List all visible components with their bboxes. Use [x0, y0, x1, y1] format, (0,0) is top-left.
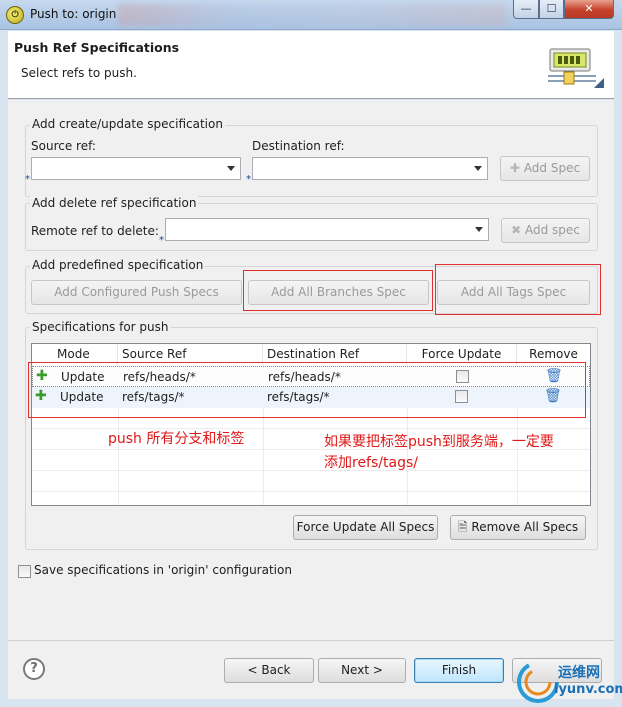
- back-button[interactable]: < Back: [224, 658, 314, 683]
- maximize-button[interactable]: ☐: [539, 0, 564, 19]
- eclipse-app-icon: ⏻: [6, 6, 24, 24]
- minimize-button[interactable]: —: [513, 0, 539, 19]
- help-icon[interactable]: ?: [23, 658, 45, 680]
- delete-ref-group-label: Add delete ref specification: [30, 196, 199, 210]
- add-delete-spec-button[interactable]: ✖ Add spec: [501, 218, 590, 243]
- remote-ref-combo[interactable]: [165, 218, 489, 241]
- save-config-checkbox[interactable]: [18, 565, 31, 578]
- delete-x-icon: ✖: [511, 223, 522, 237]
- blurred-taskbar-background: [118, 4, 506, 26]
- window-title: Push to: origin: [30, 7, 117, 21]
- watermark-text-cn: 运维网: [558, 665, 600, 681]
- watermark-text-domain: iyunv.com: [554, 682, 622, 697]
- annotation-note-right-line2: 添加refs/tags/: [324, 455, 418, 471]
- annotation-highlight-branches: [243, 270, 433, 311]
- required-marker: *: [246, 174, 251, 185]
- add-configured-push-specs-button[interactable]: Add Configured Push Specs: [31, 280, 242, 305]
- finish-button[interactable]: Finish: [414, 658, 504, 683]
- required-marker: *: [25, 174, 30, 185]
- required-marker: *: [159, 235, 164, 246]
- source-ref-combo[interactable]: [31, 157, 241, 180]
- grid-line: [32, 491, 590, 492]
- destination-ref-combo[interactable]: [252, 157, 488, 180]
- add-spec-button[interactable]: ✚ Add Spec: [500, 156, 590, 181]
- grid-line: [32, 470, 590, 471]
- force-update-all-specs-button[interactable]: Force Update All Specs: [293, 515, 438, 540]
- remove-all-icon: 🗎: [457, 520, 468, 534]
- annotation-note-left: push 所有分支和标签: [108, 431, 245, 447]
- footer-divider: [8, 640, 614, 641]
- remote-ref-label: Remote ref to delete:: [31, 224, 159, 238]
- next-button[interactable]: Next >: [318, 658, 406, 683]
- create-update-group-label: Add create/update specification: [30, 117, 225, 131]
- add-delete-spec-label: Add spec: [524, 223, 580, 237]
- chevron-down-icon: [474, 166, 482, 171]
- predefined-group-label: Add predefined specification: [30, 258, 206, 272]
- add-spec-label: Add Spec: [523, 161, 581, 175]
- save-config-label: Save specifications in 'origin' configur…: [34, 563, 292, 577]
- specs-group-label: Specifications for push: [30, 320, 171, 334]
- source-ref-label: Source ref:: [31, 139, 96, 153]
- annotation-highlight-rows: [28, 362, 586, 418]
- plus-icon: ✚: [509, 161, 520, 175]
- close-button[interactable]: ✕: [564, 0, 614, 19]
- remove-all-specs-button[interactable]: 🗎 Remove All Specs: [450, 515, 586, 540]
- page-title: Push Ref Specifications: [14, 40, 180, 55]
- watermark-logo: 运维网 iyunv.com: [514, 656, 622, 704]
- page-subtitle: Select refs to push.: [21, 66, 137, 80]
- chevron-down-icon: [475, 227, 483, 232]
- destination-ref-label: Destination ref:: [252, 139, 345, 153]
- annotation-highlight-tags: [435, 264, 601, 315]
- annotation-note-right-line1: 如果要把标签push到服务端，一定要: [324, 434, 554, 450]
- remove-all-label: Remove All Specs: [471, 520, 579, 534]
- chevron-down-icon: [227, 166, 235, 171]
- push-wizard-banner-icon: [548, 48, 604, 88]
